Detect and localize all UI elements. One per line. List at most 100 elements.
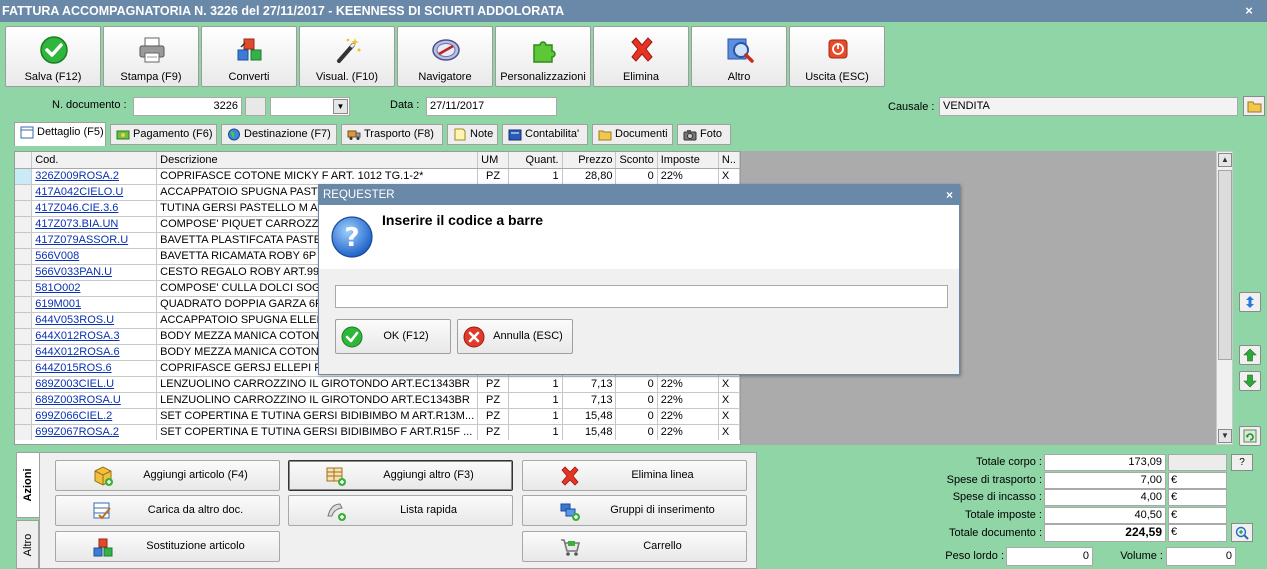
col-header-um[interactable]: UM xyxy=(477,152,509,169)
refresh-button[interactable] xyxy=(1239,426,1261,446)
delete-line-button[interactable]: Elimina linea xyxy=(522,460,747,491)
scroll-up-icon[interactable]: ▲ xyxy=(1218,153,1232,167)
row-selector[interactable] xyxy=(15,312,33,329)
grid-cell-cod[interactable]: 417Z046.CIE.3.6 xyxy=(31,200,158,217)
tab-azioni[interactable]: Azioni xyxy=(16,452,39,518)
col-header-cod[interactable]: Cod. xyxy=(31,152,158,169)
grid-cell-cod[interactable]: 644V053ROS.U xyxy=(31,312,158,329)
replace-article-button[interactable]: Sostituzione articolo xyxy=(55,531,280,562)
window-close-button[interactable]: × xyxy=(1241,3,1257,19)
dialog-close-button[interactable]: × xyxy=(946,185,953,205)
grid-cell-cod[interactable]: 326Z009ROSA.2 xyxy=(31,168,158,185)
row-selector[interactable] xyxy=(15,280,33,297)
move-up-button[interactable] xyxy=(1239,345,1261,365)
help-button[interactable]: ? xyxy=(1231,454,1253,471)
row-selector[interactable] xyxy=(15,296,33,313)
grid-vertical-scrollbar[interactable]: ▲ ▼ xyxy=(1216,151,1233,445)
quick-list-button[interactable]: Lista rapida xyxy=(288,495,513,526)
grid-cell-cod[interactable]: 699Z067ROSA.2 xyxy=(31,424,158,441)
navigator-button[interactable]: Navigatore xyxy=(397,26,493,87)
grid-cell-cod[interactable]: 689Z003CIEL.U xyxy=(31,376,158,393)
tab-dettaglio[interactable]: Dettaglio (F5) xyxy=(14,122,106,146)
grid-cell-cod[interactable]: 417Z073.BIA.UN xyxy=(31,216,158,233)
doc-number-field[interactable]: 3226 xyxy=(133,97,242,116)
row-selector[interactable] xyxy=(15,328,33,345)
tab-pagamento[interactable]: Pagamento (F6) xyxy=(110,124,217,145)
tab-foto[interactable]: Foto xyxy=(677,124,731,145)
zoom-total-button[interactable] xyxy=(1231,523,1253,542)
row-selector[interactable] xyxy=(15,264,33,281)
peso-lordo-field[interactable]: 0 xyxy=(1006,547,1093,566)
doc-number-extra-button[interactable] xyxy=(245,97,266,116)
grid-cell-cod[interactable]: 619M001 xyxy=(31,296,158,313)
col-header-imposte[interactable]: Imposte xyxy=(657,152,719,169)
tab-contabilita[interactable]: Contabilita' xyxy=(502,124,588,145)
row-selector[interactable] xyxy=(15,408,33,425)
tab-documenti[interactable]: Documenti xyxy=(592,124,673,145)
tab-note[interactable]: Note xyxy=(447,124,498,145)
row-selector[interactable] xyxy=(15,424,33,441)
grid-cell-cod[interactable]: 566V008 xyxy=(31,248,158,265)
grid-cell-cod[interactable]: 566V033PAN.U xyxy=(31,264,158,281)
causale-field[interactable]: VENDITA xyxy=(939,97,1238,116)
row-selector[interactable] xyxy=(15,168,33,185)
visualize-button[interactable]: Visual. (F10) xyxy=(299,26,395,87)
grid-cell-cod[interactable]: 581O002 xyxy=(31,280,158,297)
dialog-ok-button[interactable]: OK (F12) xyxy=(335,319,451,354)
col-header-quant[interactable]: Quant. xyxy=(508,152,563,169)
convert-button[interactable]: Converti xyxy=(201,26,297,87)
col-header-sconto[interactable]: Sconto xyxy=(615,152,658,169)
spese-trasporto-field[interactable]: 7,00 xyxy=(1044,472,1166,489)
volume-field[interactable]: 0 xyxy=(1166,547,1236,566)
customize-button[interactable]: Personalizzazioni xyxy=(495,26,591,87)
row-selector[interactable] xyxy=(15,184,33,201)
move-down-button[interactable] xyxy=(1239,371,1261,391)
move-row-button[interactable] xyxy=(1239,292,1261,312)
col-header-prezzo[interactable]: Prezzo xyxy=(562,152,617,169)
table-row[interactable]: 699Z067ROSA.2 SET COPERTINA E TUTINA GERS… xyxy=(15,424,740,441)
col-header-descrizione[interactable]: Descrizione xyxy=(156,152,479,169)
row-selector[interactable] xyxy=(15,248,33,265)
date-field[interactable]: 27/11/2017 xyxy=(426,97,557,116)
grid-cell-cod[interactable]: 417Z079ASSOR.U xyxy=(31,232,158,249)
add-other-button[interactable]: Aggiungi altro (F3) xyxy=(288,460,513,491)
table-row[interactable]: 326Z009ROSA.2 COPRIFASCE COTONE MICKY F A… xyxy=(15,168,740,185)
row-selector[interactable] xyxy=(15,376,33,393)
cart-button[interactable]: Carrello xyxy=(522,531,747,562)
tab-destinazione[interactable]: Destinazione (F7) xyxy=(221,124,337,145)
dialog-cancel-button[interactable]: Annulla (ESC) xyxy=(457,319,573,354)
table-row[interactable]: 699Z066CIEL.2 SET COPERTINA E TUTINA GERS… xyxy=(15,408,740,425)
doc-series-select[interactable]: ▼ xyxy=(270,97,350,116)
grid-cell-cod[interactable]: 699Z066CIEL.2 xyxy=(31,408,158,425)
row-selector[interactable] xyxy=(15,216,33,233)
grid-cell-cod[interactable]: 417A042CIELO.U xyxy=(31,184,158,201)
scroll-thumb[interactable] xyxy=(1218,170,1232,360)
grid-cell-cod[interactable]: 644X012ROSA.6 xyxy=(31,344,158,361)
row-selector[interactable] xyxy=(15,200,33,217)
exit-button[interactable]: Uscita (ESC) xyxy=(789,26,885,87)
row-selector[interactable] xyxy=(15,392,33,409)
table-row[interactable]: 689Z003CIEL.U LENZUOLINO CARROZZINO IL GI… xyxy=(15,376,740,393)
barcode-input[interactable] xyxy=(335,285,948,308)
print-button[interactable]: Stampa (F9) xyxy=(103,26,199,87)
chevron-down-icon[interactable]: ▼ xyxy=(333,99,348,114)
grid-cell-cod[interactable]: 689Z003ROSA.U xyxy=(31,392,158,409)
scroll-down-icon[interactable]: ▼ xyxy=(1218,429,1232,443)
causale-folder-button[interactable] xyxy=(1243,96,1265,116)
insert-groups-button[interactable]: Gruppi di inserimento xyxy=(522,495,747,526)
col-header-n[interactable]: N.. xyxy=(718,152,740,169)
delete-button[interactable]: Elimina xyxy=(593,26,689,87)
tab-altro[interactable]: Altro xyxy=(16,520,39,569)
add-article-button[interactable]: Aggiungi articolo (F4) xyxy=(55,460,280,491)
grid-cell-cod[interactable]: 644X012ROSA.3 xyxy=(31,328,158,345)
row-selector[interactable] xyxy=(15,360,33,377)
spese-incasso-field[interactable]: 4,00 xyxy=(1044,489,1166,506)
row-selector[interactable] xyxy=(15,232,33,249)
grid-cell-cod[interactable]: 644Z015ROS.6 xyxy=(31,360,158,377)
save-button[interactable]: Salva (F12) xyxy=(5,26,101,87)
row-selector[interactable] xyxy=(15,344,33,361)
table-row[interactable]: 689Z003ROSA.U LENZUOLINO CARROZZINO IL GI… xyxy=(15,392,740,409)
tab-trasporto[interactable]: Trasporto (F8) xyxy=(341,124,443,145)
other-button[interactable]: Altro xyxy=(691,26,787,87)
load-from-doc-button[interactable]: Carica da altro doc. xyxy=(55,495,280,526)
